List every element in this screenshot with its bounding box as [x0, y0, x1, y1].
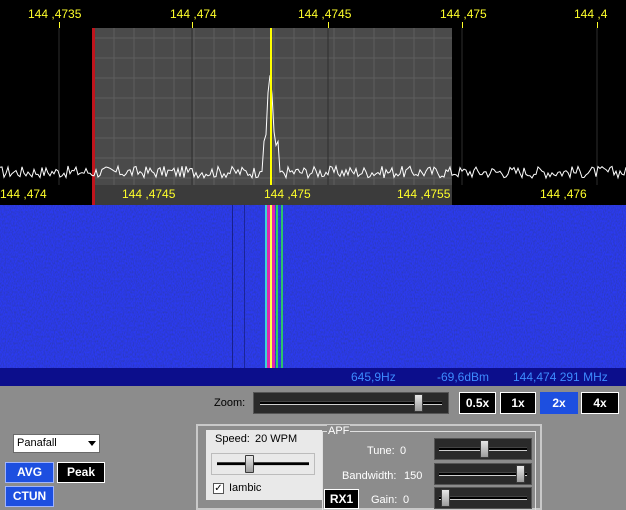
mid-filter-edge [92, 185, 95, 205]
signal-level-readout: -69,6dBm [437, 370, 490, 384]
apf-gain-slider-groove [439, 496, 527, 500]
zoom-label: Zoom: [214, 397, 246, 409]
cw-speed-group: Speed: 20 WPM ✓ Iambic [206, 430, 322, 500]
zoom-0-5x-button[interactable]: 0.5x [459, 392, 496, 414]
display-mode-select[interactable]: Panafall [13, 434, 100, 453]
top-freq-label: 144 ,4735 [28, 7, 82, 21]
apf-tune-label: Tune: [367, 445, 395, 457]
mid-freq-label: 144 ,4745 [122, 187, 176, 201]
rx1-button[interactable]: RX1 [324, 489, 359, 509]
waterfall-display[interactable] [0, 205, 626, 368]
signal-trail-magenta [267, 205, 270, 368]
apf-bandwidth-slider-groove [439, 472, 527, 476]
apf-gain-slider[interactable] [434, 487, 532, 509]
waterfall-artifact [232, 205, 233, 368]
cw-speed-slider[interactable] [211, 453, 315, 475]
mid-freq-label: 144 ,474 [0, 187, 47, 201]
zoom-1x-button[interactable]: 1x [500, 392, 536, 414]
signal-trail-green [281, 205, 283, 368]
apf-tune-value: 0 [400, 445, 407, 457]
top-freq-label: 144 ,4745 [298, 7, 352, 21]
apf-tune-slider-thumb[interactable] [479, 440, 489, 458]
avg-button[interactable]: AVG [5, 462, 54, 483]
top-freq-label: 144 ,475 [440, 7, 487, 21]
zoom-2x-button[interactable]: 2x [540, 392, 578, 414]
apf-bandwidth-label: Bandwidth: [342, 470, 397, 482]
status-bar: 645,9Hz -69,6dBm 144,474 291 MHz [0, 368, 626, 386]
zoom-4x-button[interactable]: 4x [581, 392, 619, 414]
chevron-down-icon [88, 441, 96, 446]
mid-frequency-ruler: 144 ,474 144 ,4745 144 ,475 144 ,4755 14… [0, 185, 626, 205]
cw-speed-value: 20 WPM [255, 433, 298, 445]
apf-bandwidth-slider-thumb[interactable] [515, 465, 525, 483]
waterfall-noise [0, 205, 626, 368]
cw-speed-label: Speed: [215, 433, 250, 445]
apf-gain-value: 0 [403, 494, 410, 506]
mid-freq-label: 144 ,4755 [397, 187, 451, 201]
zoom-slider[interactable] [253, 392, 449, 414]
display-mode-value: Panafall [17, 437, 57, 449]
cursor-frequency-readout: 144,474 291 MHz [513, 370, 608, 384]
filter-low-edge[interactable] [92, 28, 95, 185]
signal-trail-magenta [272, 205, 275, 368]
iambic-checkbox[interactable]: ✓ [213, 483, 224, 494]
top-freq-label: 144 ,4 [574, 7, 608, 21]
spectrum-plot [0, 28, 626, 185]
apf-gain-slider-thumb[interactable] [440, 489, 450, 507]
cw-speed-slider-thumb[interactable] [245, 455, 255, 473]
zoom-slider-thumb[interactable] [414, 394, 423, 412]
mid-freq-label: 144 ,475 [264, 187, 311, 201]
top-frequency-ruler: 144 ,4735 144 ,474 144 ,4745 144 ,475 14… [0, 0, 626, 28]
waterfall-plot [0, 205, 626, 368]
apf-bandwidth-value: 150 [404, 470, 423, 482]
ctun-button[interactable]: CTUN [5, 486, 54, 507]
apf-bandwidth-slider[interactable] [434, 463, 532, 485]
spectrum-display[interactable] [0, 28, 626, 185]
peak-button[interactable]: Peak [57, 462, 105, 483]
signal-trail-green [276, 205, 278, 368]
apf-group-title: APF [327, 425, 351, 437]
apf-gain-label: Gain: [371, 494, 398, 506]
signal-trail-core [270, 205, 272, 368]
cursor-offset-readout: 645,9Hz [351, 370, 396, 384]
waterfall-artifact [244, 205, 245, 368]
apf-tune-slider[interactable] [434, 438, 532, 460]
controls-panel: Zoom: 0.5x 1x 2x 4x Panafall AVG Peak CT… [0, 386, 626, 510]
mid-freq-label: 144 ,476 [540, 187, 587, 201]
checkmark-icon: ✓ [214, 483, 223, 494]
iambic-label: Iambic [229, 482, 262, 494]
cw-speed-slider-groove [217, 462, 309, 466]
top-freq-label: 144 ,474 [170, 7, 217, 21]
